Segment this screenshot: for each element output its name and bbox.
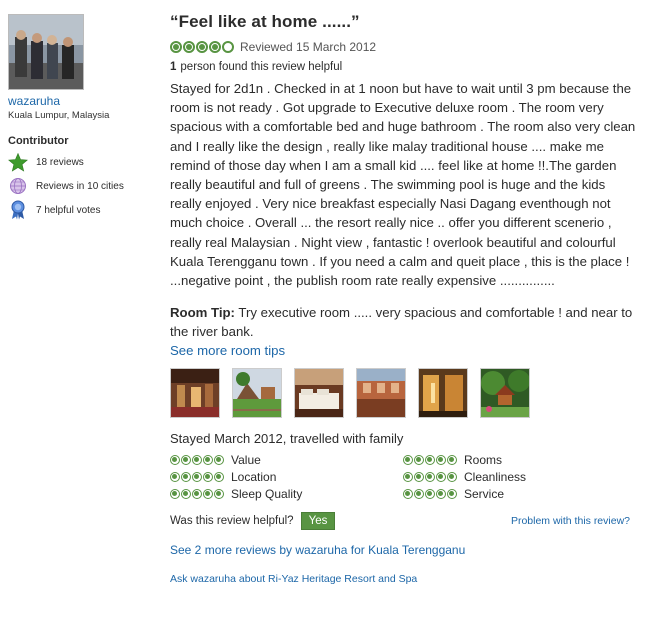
bubble-filled-icon xyxy=(170,471,180,482)
bubble-filled-icon xyxy=(214,488,224,499)
bubble-filled-icon xyxy=(183,41,195,53)
review-photo[interactable] xyxy=(356,367,406,418)
helpful-count-text: person found this review helpful xyxy=(180,61,343,73)
review-photo[interactable] xyxy=(232,367,282,418)
bubble-filled-icon xyxy=(192,454,202,465)
subratings: Value Rooms Location Cleanliness Sleep Q… xyxy=(170,452,638,502)
review-photos xyxy=(170,367,638,418)
subrating-label: Rooms xyxy=(464,452,503,467)
bubble-filled-icon xyxy=(414,488,424,499)
room-tip-label: Room Tip: xyxy=(170,305,235,321)
bubble-filled-icon xyxy=(436,471,446,482)
subrating-service: Service xyxy=(403,486,603,502)
bubble-filled-icon xyxy=(403,471,413,482)
bubble-filled-icon xyxy=(181,488,191,499)
bubble-filled-icon xyxy=(203,488,213,499)
bubble-filled-icon xyxy=(181,454,191,465)
badge-cities: Reviews in 10 cities xyxy=(8,177,158,195)
review-photo[interactable] xyxy=(294,367,344,418)
subrating-cleanliness: Cleanliness xyxy=(403,469,603,485)
subrating-sleep-quality: Sleep Quality xyxy=(170,486,403,502)
badge-title: Contributor xyxy=(8,135,69,147)
helpful-question: Was this review helpful? xyxy=(170,514,294,527)
badge-reviews: 18 reviews xyxy=(8,152,158,172)
review-title[interactable]: “Feel like at home ......” xyxy=(170,12,638,32)
bubble-filled-icon xyxy=(209,41,221,53)
bubble-filled-icon xyxy=(170,488,180,499)
bubble-filled-icon xyxy=(436,488,446,499)
subrating-label: Value xyxy=(231,452,261,467)
badge-reviews-label: 18 reviews xyxy=(36,156,84,168)
subrating-bubbles xyxy=(170,488,224,499)
bubble-filled-icon xyxy=(414,454,424,465)
bubble-filled-icon xyxy=(425,471,435,482)
badge-helpful-label: 7 helpful votes xyxy=(36,204,101,216)
subrating-bubbles xyxy=(403,454,457,465)
bubble-empty-icon xyxy=(222,41,234,53)
subrating-label: Sleep Quality xyxy=(231,486,303,501)
reviewer-username[interactable]: wazaruha xyxy=(8,94,158,108)
subrating-value: Value xyxy=(170,452,403,468)
bubble-filled-icon xyxy=(203,471,213,482)
subrating-label: Service xyxy=(464,486,505,501)
review-photo[interactable] xyxy=(480,367,530,418)
rating-bubbles xyxy=(170,41,234,53)
badge-cities-label: Reviews in 10 cities xyxy=(36,180,124,192)
see-more-room-tips-link[interactable]: See more room tips xyxy=(170,343,638,358)
bubble-filled-icon xyxy=(414,471,424,482)
bubble-filled-icon xyxy=(403,454,413,465)
bubble-filled-icon xyxy=(181,471,191,482)
bubble-filled-icon xyxy=(203,454,213,465)
bubble-filled-icon xyxy=(447,454,457,465)
bubble-filled-icon xyxy=(214,454,224,465)
problem-with-review-link[interactable]: Problem with this review? xyxy=(511,515,630,527)
ask-reviewer-link[interactable]: Ask wazaruha about Ri-Yaz Heritage Resor… xyxy=(170,573,638,585)
subrating-bubbles xyxy=(403,488,457,499)
helpful-count: 1 xyxy=(170,61,177,73)
reviewed-date: Reviewed 15 March 2012 xyxy=(240,40,377,54)
helpful-count-line: 1 person found this review helpful xyxy=(170,61,638,73)
bubble-filled-icon xyxy=(170,454,180,465)
bubble-filled-icon xyxy=(214,471,224,482)
reviewer-panel: wazaruha Kuala Lumpur, Malaysia Contribu… xyxy=(8,14,158,220)
review-panel: “Feel like at home ......” Reviewed 15 M… xyxy=(170,12,638,585)
bubble-filled-icon xyxy=(425,454,435,465)
review-photo[interactable] xyxy=(170,367,220,418)
room-tip-text: Try executive room ..... very spacious a… xyxy=(170,305,633,340)
subrating-location: Location xyxy=(170,469,403,485)
review-photo[interactable] xyxy=(418,367,468,418)
subrating-label: Location xyxy=(231,469,277,484)
more-reviews-link[interactable]: See 2 more reviews by wazaruha for Kuala… xyxy=(170,543,638,557)
subrating-bubbles xyxy=(403,471,457,482)
ribbon-icon xyxy=(8,200,28,220)
subrating-rooms: Rooms xyxy=(403,452,603,468)
subrating-label: Cleanliness xyxy=(464,469,527,484)
avatar[interactable] xyxy=(8,14,84,90)
star-icon xyxy=(8,152,28,172)
subrating-bubbles xyxy=(170,471,224,482)
badge-helpful: 7 helpful votes xyxy=(8,200,158,220)
bubble-filled-icon xyxy=(436,454,446,465)
reviewer-location: Kuala Lumpur, Malaysia xyxy=(8,110,110,121)
bubble-filled-icon xyxy=(447,471,457,482)
subrating-bubbles xyxy=(170,454,224,465)
bubble-filled-icon xyxy=(196,41,208,53)
helpful-vote-row: Was this review helpful? Yes Problem wit… xyxy=(170,511,638,530)
yes-button[interactable]: Yes xyxy=(300,511,336,530)
bubble-filled-icon xyxy=(192,471,202,482)
review-rating-line: Reviewed 15 March 2012 xyxy=(170,40,638,54)
bubble-filled-icon xyxy=(192,488,202,499)
room-tip: Room Tip: Try executive room ..... very … xyxy=(170,303,638,341)
bubble-filled-icon xyxy=(425,488,435,499)
bubble-filled-icon xyxy=(447,488,457,499)
bubble-filled-icon xyxy=(170,41,182,53)
review-body: Stayed for 2d1n . Checked in at 1 noon b… xyxy=(170,81,636,289)
globe-icon xyxy=(8,177,28,195)
stayed-info: Stayed March 2012, travelled with family xyxy=(170,430,404,446)
bubble-filled-icon xyxy=(403,488,413,499)
